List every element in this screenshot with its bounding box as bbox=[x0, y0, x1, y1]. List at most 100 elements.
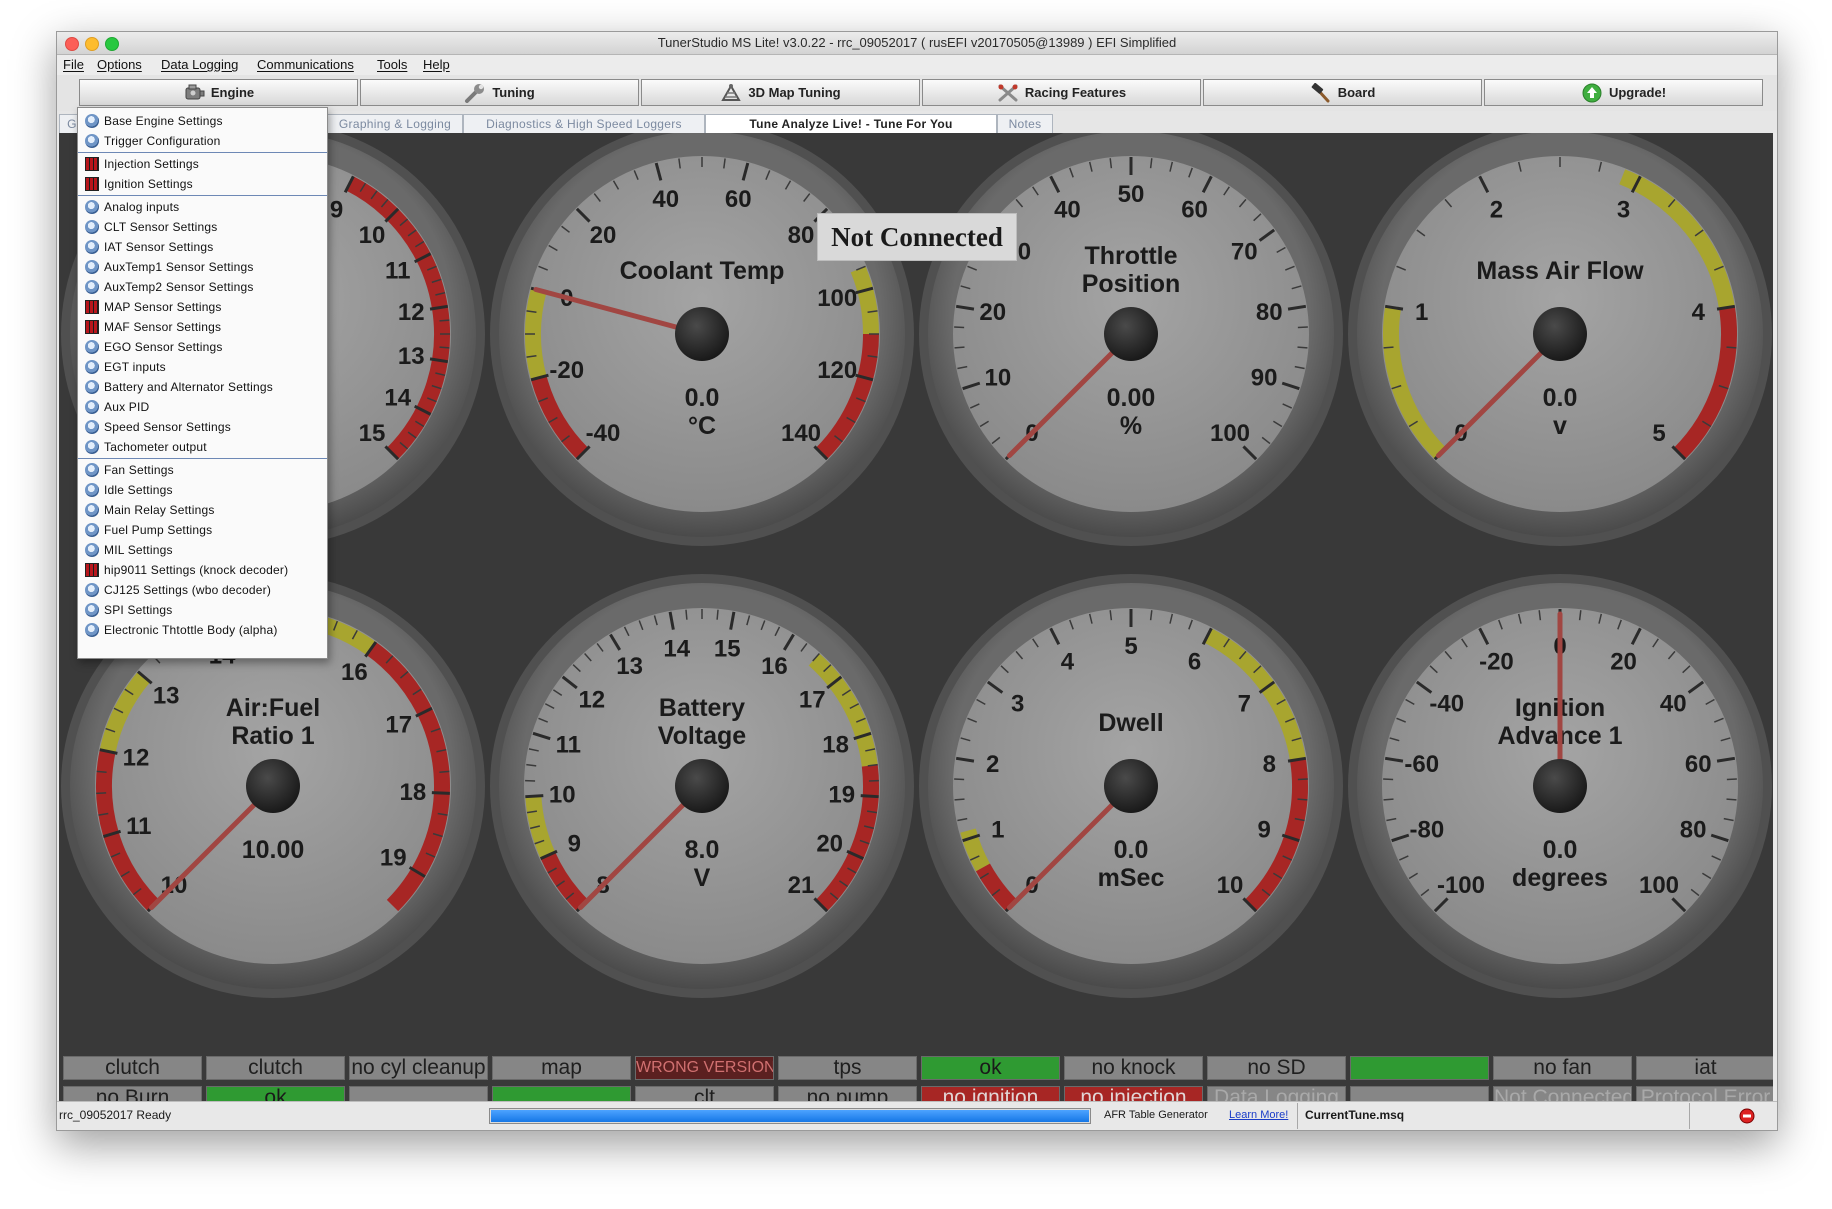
3d-map-tuning-button[interactable]: 3D Map Tuning bbox=[641, 79, 920, 106]
engine-menu-item-label: Idle Settings bbox=[104, 483, 173, 497]
menu-separator bbox=[78, 195, 327, 196]
menu-separator bbox=[78, 458, 327, 459]
board-button[interactable]: Board bbox=[1203, 79, 1482, 106]
indicator-2-5: clt bbox=[635, 1086, 774, 1101]
engine-menu-item[interactable]: CJ125 Settings (wbo decoder) bbox=[78, 580, 327, 600]
engine-menu-item[interactable]: EGT inputs bbox=[78, 357, 327, 377]
engine-menu-item[interactable]: hip9011 Settings (knock decoder) bbox=[78, 560, 327, 580]
gauge-tick-label: 8 bbox=[1263, 751, 1276, 778]
upgrade-arrow-icon bbox=[1582, 83, 1602, 102]
gauge-tick-label: 10 bbox=[359, 222, 386, 249]
settings-gear-icon bbox=[85, 360, 99, 374]
gauge-minor-tick bbox=[439, 319, 450, 322]
gauge-tick-label: 40 bbox=[1054, 196, 1081, 223]
gauge-title: Mass Air Flow bbox=[1476, 257, 1644, 285]
menu-data-logging[interactable]: Data Logging bbox=[161, 57, 238, 72]
menu-tools[interactable]: Tools bbox=[377, 57, 407, 72]
engine-menu-item[interactable]: Electronic Thtottle Body (alpha) bbox=[78, 620, 327, 640]
gauge-tick-label: 2 bbox=[1490, 196, 1503, 223]
indicator-1-10 bbox=[1350, 1056, 1489, 1080]
gauge: 89101112131415161718192021BatteryVoltage… bbox=[490, 574, 914, 998]
gauge-minor-tick bbox=[1726, 346, 1737, 349]
gauge-tick-label: 60 bbox=[1685, 751, 1712, 778]
gauge-tick-label: 10 bbox=[985, 364, 1012, 391]
gauge-tick-label: 19 bbox=[380, 845, 407, 872]
indicator-2-11: Not Connected bbox=[1493, 1086, 1632, 1101]
close-window-button[interactable] bbox=[65, 37, 79, 51]
engine-menu-item[interactable]: Trigger Configuration bbox=[78, 131, 327, 151]
menu-options[interactable]: Options bbox=[97, 57, 142, 72]
tuning-button[interactable]: Tuning bbox=[360, 79, 639, 106]
menu-separator bbox=[78, 152, 327, 153]
gauge-tick-label: 19 bbox=[828, 781, 855, 808]
menu-communications[interactable]: Communications bbox=[257, 57, 354, 72]
engine-menu-item[interactable]: MIL Settings bbox=[78, 540, 327, 560]
zoom-window-button[interactable] bbox=[105, 37, 119, 51]
settings-gear-icon bbox=[85, 483, 99, 497]
tab-notes[interactable]: Notes bbox=[997, 114, 1053, 133]
gauge-units: degrees bbox=[1512, 864, 1608, 892]
engine-menu-item[interactable]: Aux PID bbox=[78, 397, 327, 417]
gauge: -100-80-60-40-20020406080100IgnitionAdva… bbox=[1348, 574, 1772, 998]
engine-menu-item[interactable]: Battery and Alternator Settings bbox=[78, 377, 327, 397]
gauge-tick-label: 6 bbox=[1188, 648, 1201, 675]
settings-gear-icon bbox=[85, 200, 99, 214]
engine-menu-item[interactable]: Fuel Pump Settings bbox=[78, 520, 327, 540]
engine-menu-item[interactable]: SPI Settings bbox=[78, 600, 327, 620]
tab-tune-analyze-live[interactable]: Tune Analyze Live! - Tune For You bbox=[705, 114, 997, 133]
gauge-tick-label: 60 bbox=[1181, 196, 1208, 223]
tab-graphing-logging[interactable]: Graphing & Logging bbox=[327, 114, 463, 133]
engine-menu-item[interactable]: Base Engine Settings bbox=[78, 111, 327, 131]
racing-features-button[interactable]: Racing Features bbox=[922, 79, 1201, 106]
settings-gear-icon bbox=[85, 420, 99, 434]
engine-menu-item[interactable]: AuxTemp2 Sensor Settings bbox=[78, 277, 327, 297]
gauge-tick-label: 12 bbox=[578, 687, 605, 714]
engine-menu-item[interactable]: MAP Sensor Settings bbox=[78, 297, 327, 317]
gauge-minor-tick bbox=[439, 770, 450, 773]
gauge-tick-label: 80 bbox=[1680, 816, 1707, 843]
3d-map-icon bbox=[721, 83, 742, 101]
menu-help[interactable]: Help bbox=[423, 57, 450, 72]
minimize-window-button[interactable] bbox=[85, 37, 99, 51]
engine-menu-item-label: Electronic Thtottle Body (alpha) bbox=[104, 623, 278, 637]
engine-menu-item-label: Injection Settings bbox=[104, 157, 199, 171]
connection-status-icon bbox=[1739, 1108, 1755, 1124]
settings-gear-icon bbox=[85, 134, 99, 148]
engine-menu-item[interactable]: Injection Settings bbox=[78, 154, 327, 174]
settings-gear-icon bbox=[85, 260, 99, 274]
engine-menu-item[interactable]: Ignition Settings bbox=[78, 174, 327, 194]
indicator-1-5: WRONG VERSION bbox=[635, 1056, 774, 1080]
engine-menu-item-label: Analog inputs bbox=[104, 200, 180, 214]
tab-diagnostics-loggers[interactable]: Diagnostics & High Speed Loggers bbox=[463, 114, 705, 133]
gauge-tick-label: 100 bbox=[1210, 420, 1250, 447]
gauge-tick-label: 40 bbox=[652, 186, 679, 213]
engine-menu-item[interactable]: AuxTemp1 Sensor Settings bbox=[78, 257, 327, 277]
not-connected-banner: Not Connected bbox=[817, 213, 1017, 261]
menu-file[interactable]: File bbox=[63, 57, 84, 72]
engine-button[interactable]: Engine bbox=[79, 79, 358, 106]
engine-menu-item[interactable]: Analog inputs bbox=[78, 197, 327, 217]
engine-menu-item[interactable]: CLT Sensor Settings bbox=[78, 217, 327, 237]
table-chart-icon bbox=[85, 177, 99, 191]
engine-menu-item[interactable]: Idle Settings bbox=[78, 480, 327, 500]
progress-bar bbox=[489, 1108, 1091, 1124]
gauge-value: 0.0 bbox=[1543, 384, 1578, 412]
engine-menu-item[interactable]: Tachometer output bbox=[78, 437, 327, 457]
engine-menu-item[interactable]: MAF Sensor Settings bbox=[78, 317, 327, 337]
engine-menu-item[interactable]: Main Relay Settings bbox=[78, 500, 327, 520]
engine-menu-item-label: EGO Sensor Settings bbox=[104, 340, 223, 354]
settings-gear-icon bbox=[85, 240, 99, 254]
indicator-1-11: no fan bbox=[1493, 1056, 1632, 1080]
gauge-tick-label: 80 bbox=[788, 222, 815, 249]
engine-menu-item[interactable]: Fan Settings bbox=[78, 460, 327, 480]
tuning-button-label: Tuning bbox=[492, 85, 535, 100]
engine-menu-item[interactable]: EGO Sensor Settings bbox=[78, 337, 327, 357]
learn-more-link[interactable]: Learn More! bbox=[1229, 1109, 1288, 1121]
gauge-title: Ratio 1 bbox=[231, 722, 314, 750]
gauge-minor-tick bbox=[1383, 346, 1394, 349]
gauge-tick-label: 3 bbox=[1617, 196, 1630, 223]
upgrade-button[interactable]: Upgrade! bbox=[1484, 79, 1763, 106]
engine-menu-item[interactable]: IAT Sensor Settings bbox=[78, 237, 327, 257]
status-bar: rrc_09052017 Ready AFR Table Generator L… bbox=[57, 1101, 1777, 1130]
engine-menu-item[interactable]: Speed Sensor Settings bbox=[78, 417, 327, 437]
